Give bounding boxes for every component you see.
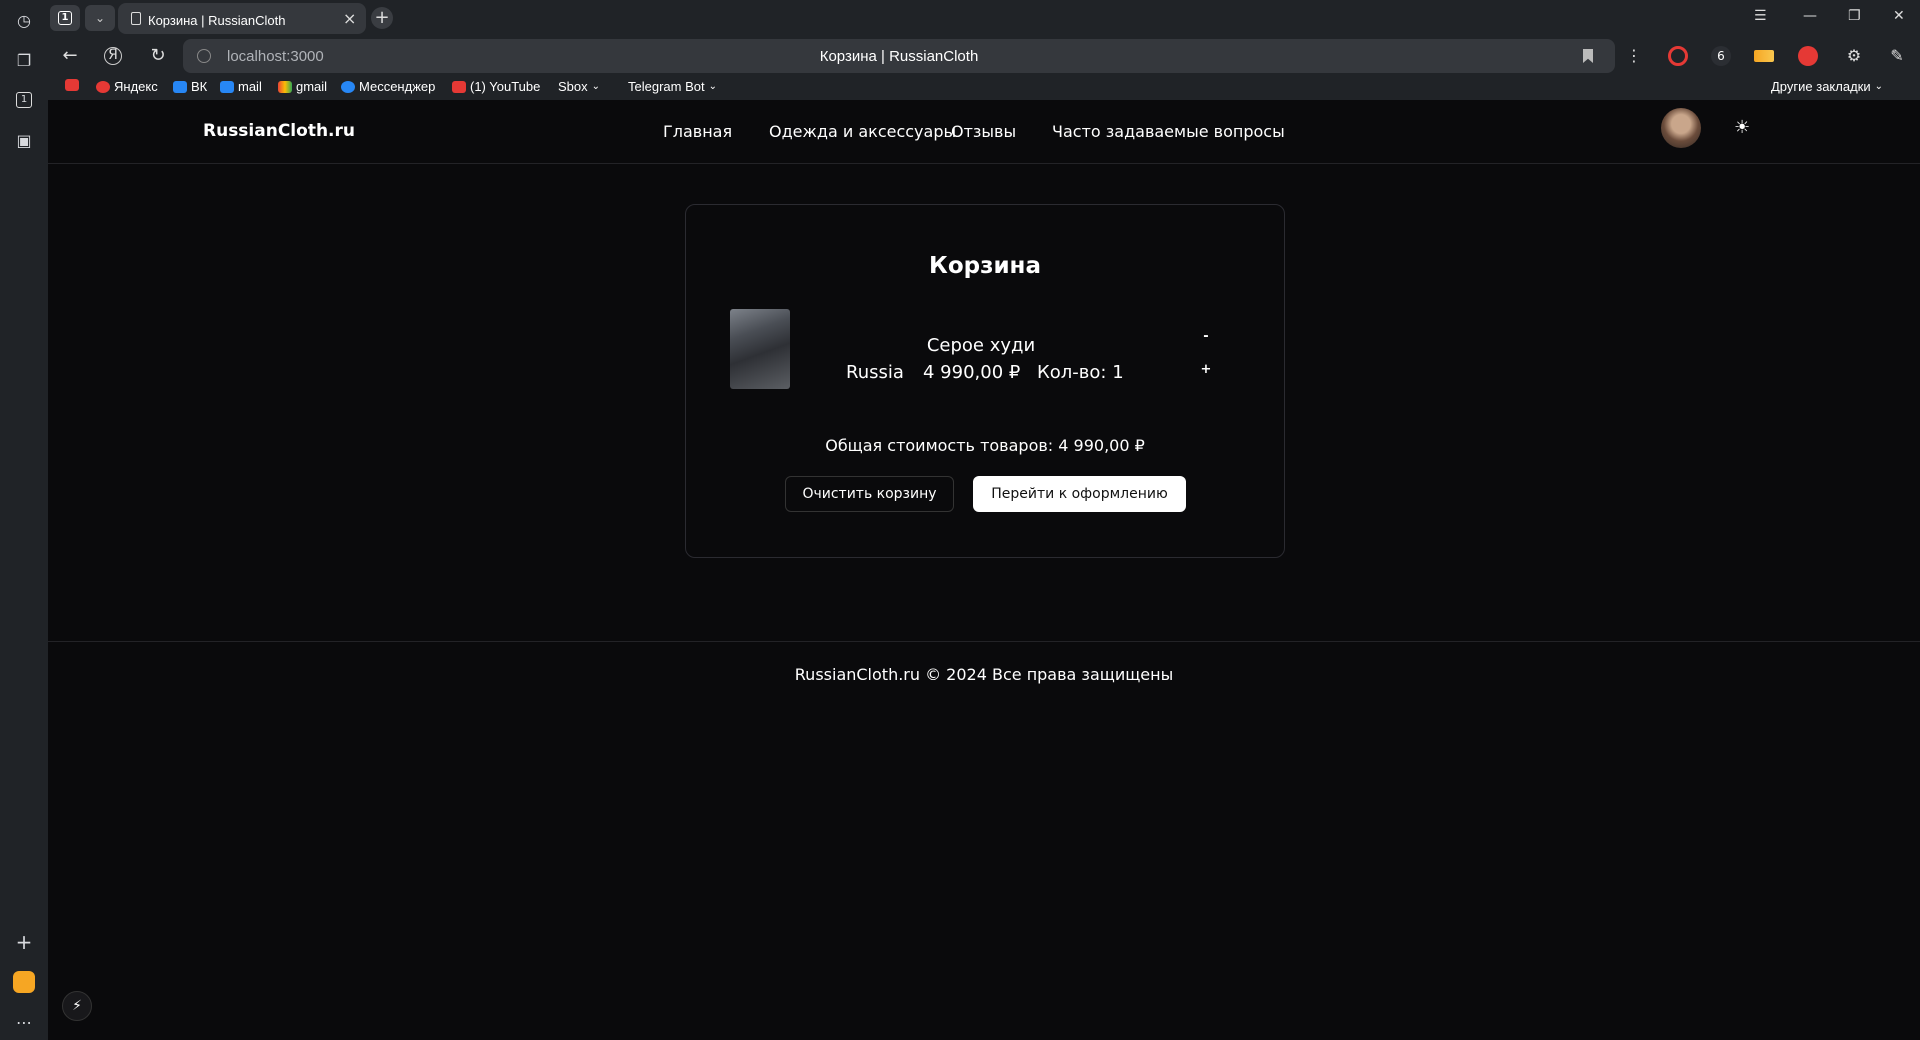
theme-toggle-icon[interactable]: ☀: [1734, 117, 1750, 138]
reload-icon[interactable]: ↻: [147, 45, 169, 67]
bookmark-folder-telegram[interactable]: Telegram Bot ⌄: [628, 79, 717, 94]
mail-app-icon[interactable]: [12, 970, 36, 994]
address-bar[interactable]: localhost:3000 Корзина | RussianCloth: [183, 39, 1615, 73]
active-tab[interactable]: Корзина | RussianCloth ×: [118, 3, 366, 34]
decrease-quantity-button[interactable]: -: [1200, 329, 1212, 344]
product-price: 4 990,00 ₽: [923, 362, 1021, 383]
cart-total: Общая стоимость товаров: 4 990,00 ₽: [825, 436, 1145, 455]
bookmark-youtube-2[interactable]: (1) YouTube: [452, 79, 540, 94]
extensions-icon[interactable]: ⚙: [1843, 45, 1865, 67]
site-footer: RussianCloth.ru © 2024 Все права защищен…: [48, 641, 1920, 684]
nav-clothing[interactable]: Одежда и аксессуары: [769, 122, 956, 141]
yandex-icon[interactable]: Я: [104, 47, 122, 65]
bookmark-gmail[interactable]: gmail: [278, 79, 327, 94]
history-icon[interactable]: ◷: [12, 8, 36, 32]
cart-card: Корзина Серое худи Russia 4 990,00 ₽ Кол…: [685, 204, 1285, 558]
youtube-icon: [65, 79, 79, 91]
site-header: RussianCloth.ru Главная Одежда и аксессу…: [48, 100, 1920, 164]
bolt-icon[interactable]: ⚡: [62, 991, 92, 1021]
kebab-menu-icon[interactable]: ⋮: [1623, 45, 1645, 67]
restore-icon[interactable]: ❐: [1848, 8, 1861, 24]
page-title-in-omnibox: Корзина | RussianCloth: [819, 48, 979, 65]
ext-music-icon[interactable]: [1798, 46, 1818, 66]
checkout-button[interactable]: Перейти к оформлению: [973, 476, 1186, 512]
mail-icon: [220, 80, 234, 93]
cart-title: Корзина: [929, 253, 1041, 279]
site-logo[interactable]: RussianCloth.ru: [203, 121, 355, 141]
tab-strip: 1 ⌄ Корзина | RussianCloth × + ☰ — ❐ ✕: [48, 0, 1920, 36]
browser-toolbar: ← Я ↻ localhost:3000 Корзина | RussianCl…: [48, 36, 1920, 76]
gmail-icon: [278, 80, 292, 93]
add-panel-icon[interactable]: +: [12, 930, 36, 954]
close-tab-icon[interactable]: ×: [343, 9, 356, 28]
collections-toolbar-icon[interactable]: ✎: [1886, 45, 1908, 67]
other-bookmarks[interactable]: Другие закладки ⌄: [1771, 79, 1883, 94]
browser-menu-icon[interactable]: ☰: [1754, 8, 1767, 24]
new-tab-button[interactable]: +: [371, 7, 393, 29]
bookmark-yandex[interactable]: Яндекс: [96, 79, 158, 94]
increase-quantity-button[interactable]: +: [1200, 362, 1212, 377]
minimize-icon[interactable]: —: [1803, 8, 1817, 24]
document-icon: [131, 12, 141, 25]
more-icon[interactable]: ⋯: [12, 1010, 36, 1034]
avatar[interactable]: [1661, 108, 1701, 148]
chevron-down-icon: ⌄: [708, 81, 717, 92]
footer-copyright: RussianCloth.ru © 2024 Все права защищен…: [794, 665, 1174, 684]
ext-counter-icon[interactable]: 6: [1711, 46, 1731, 66]
messenger-icon: [341, 80, 355, 93]
ext-recorder-icon[interactable]: [1668, 46, 1688, 66]
vk-icon: [173, 80, 187, 93]
product-name: Серое худи: [926, 335, 1036, 356]
bookmark-messenger[interactable]: Мессенджер: [341, 79, 435, 94]
screenshot-icon[interactable]: ▣: [12, 128, 36, 152]
bookmarks-bar: Яндекс ВК mail gmail Мессенджер (1) YouT…: [48, 76, 1920, 100]
tab-list-dropdown[interactable]: ⌄: [85, 5, 115, 31]
close-window-icon[interactable]: ✕: [1893, 8, 1905, 24]
tab-title: Корзина | RussianCloth: [148, 13, 286, 28]
ext-audio-icon[interactable]: [1754, 50, 1774, 62]
browser-sidebar: ◷ ❐ 1 ▣ + ⋯: [0, 0, 48, 1040]
product-quantity: Кол-во: 1: [1037, 362, 1124, 383]
collections-icon[interactable]: ❐: [12, 48, 36, 72]
chevron-down-icon: ⌄: [1874, 81, 1883, 92]
nav-faq[interactable]: Часто задаваемые вопросы: [1052, 122, 1285, 141]
back-icon[interactable]: ←: [59, 45, 81, 67]
clear-cart-button[interactable]: Очистить корзину: [785, 476, 954, 512]
nav-reviews[interactable]: Отзывы: [951, 122, 1016, 141]
bookmark-youtube-1[interactable]: [65, 79, 79, 91]
tab-count-button[interactable]: 1: [50, 5, 80, 31]
chevron-down-icon: ⌄: [591, 81, 601, 92]
product-country: Russia: [846, 362, 904, 383]
bookmark-vk[interactable]: ВК: [173, 79, 207, 94]
bookmark-mail[interactable]: mail: [220, 79, 262, 94]
bookmark-folder-sbox[interactable]: Sbox ⌄: [558, 79, 600, 94]
nav-home[interactable]: Главная: [663, 122, 732, 141]
yandex-logo-icon: [96, 80, 110, 93]
tabs-icon[interactable]: 1: [12, 88, 36, 112]
youtube-icon: [452, 80, 466, 93]
page-content: RussianCloth.ru Главная Одежда и аксессу…: [48, 100, 1920, 1040]
